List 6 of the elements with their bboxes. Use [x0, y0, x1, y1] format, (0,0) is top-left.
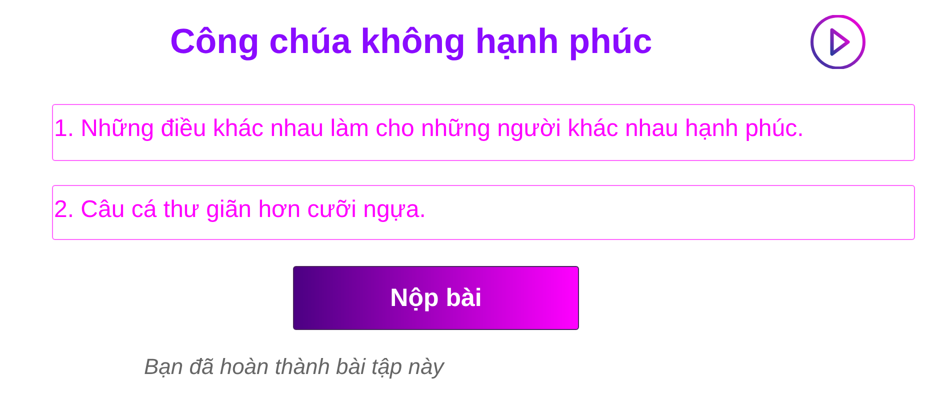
exercise-title: Công chúa không hạnh phúc [170, 22, 654, 62]
submit-button[interactable]: Nộp bài [293, 266, 579, 330]
sentence-card: 2. Câu cá thư giãn hơn cưỡi ngựa. [52, 185, 915, 240]
sentence-card: 1. Những điều khác nhau làm cho những người khác nhau hạnh phúc. [52, 104, 915, 161]
status-message: Bạn đã hoàn thành bài tập này [144, 354, 446, 380]
play-icon[interactable] [808, 15, 868, 69]
